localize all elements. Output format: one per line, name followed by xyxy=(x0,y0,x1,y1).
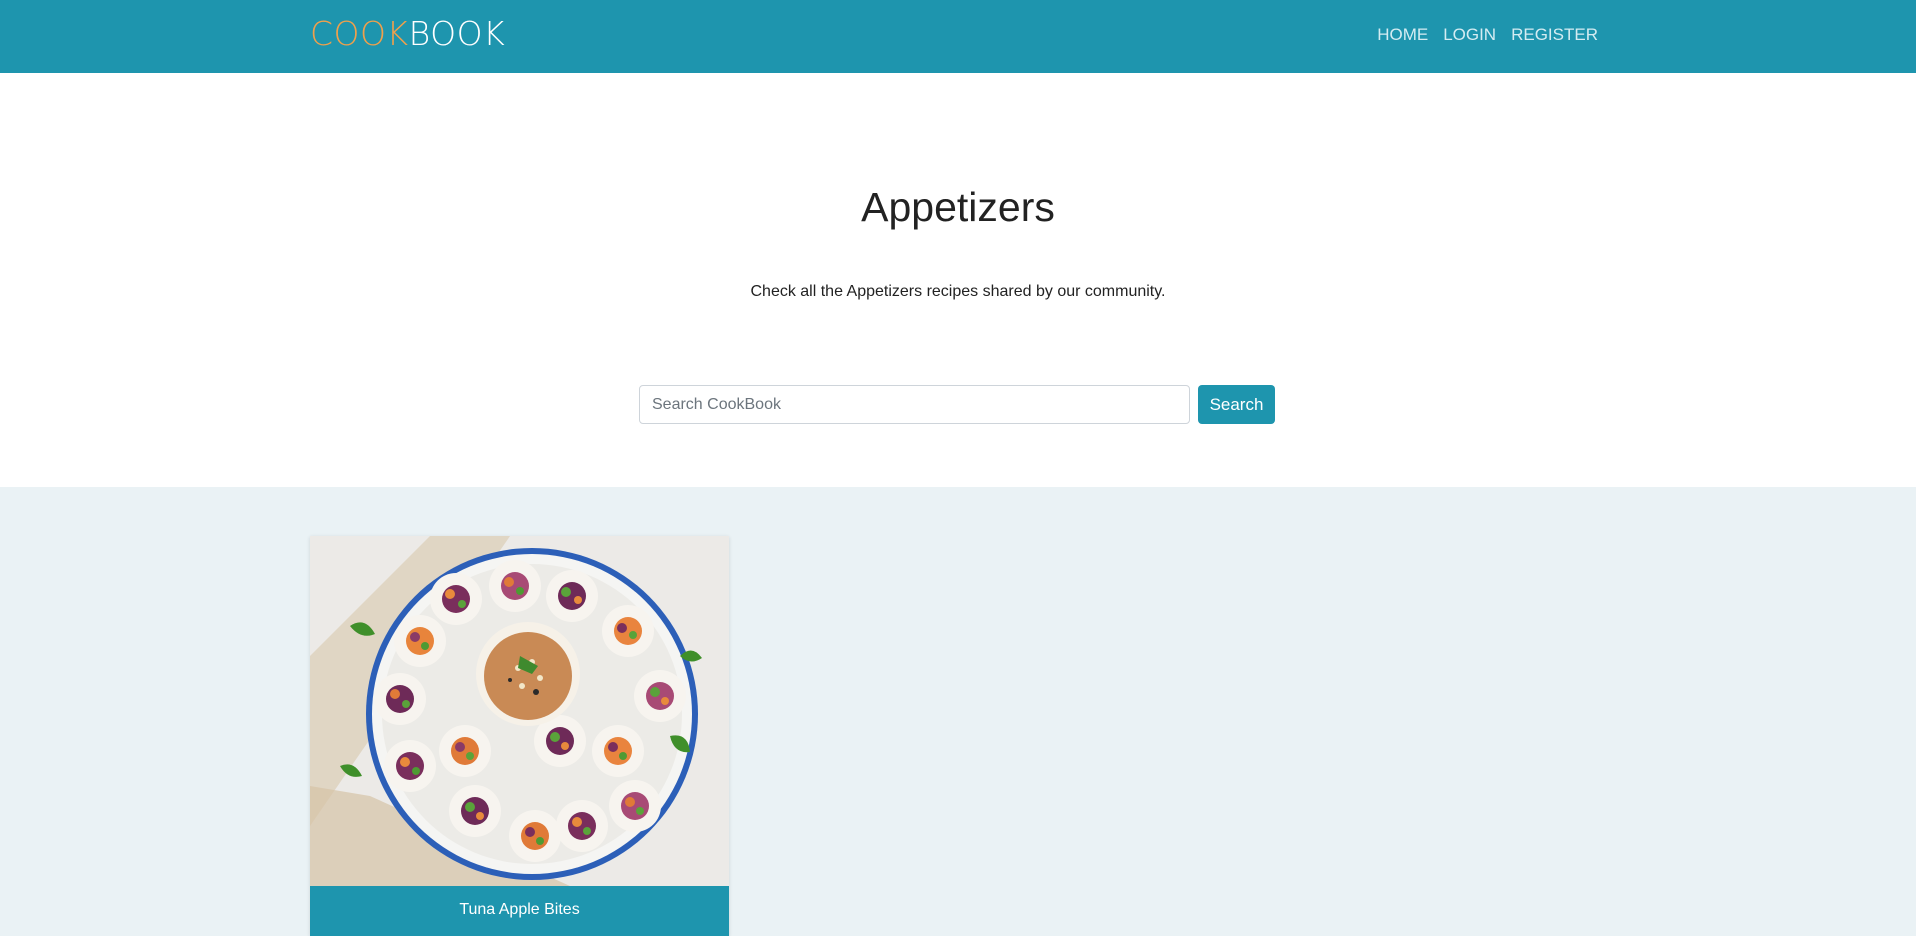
search-button[interactable]: Search xyxy=(1198,385,1275,424)
nav-links: HOME LOGIN REGISTER xyxy=(1377,24,1598,46)
brand-logo[interactable]: COOKBOOK xyxy=(310,14,505,54)
search-input[interactable] xyxy=(639,385,1190,424)
nav-link-login[interactable]: LOGIN xyxy=(1443,24,1496,46)
recipe-image xyxy=(310,536,729,886)
navbar: COOKBOOK HOME LOGIN REGISTER xyxy=(0,0,1916,73)
nav-link-register[interactable]: REGISTER xyxy=(1511,24,1598,46)
page-title: Appetizers xyxy=(861,184,1055,230)
brand-part-book: BOOK xyxy=(408,14,506,53)
page-subtitle: Check all the Appetizers recipes shared … xyxy=(750,283,1166,300)
recipe-title[interactable]: Tuna Apple Bites xyxy=(310,886,729,936)
recipe-card[interactable]: Tuna Apple Bites xyxy=(310,536,729,936)
nav-link-home[interactable]: HOME xyxy=(1377,24,1428,46)
brand-part-cook: COOK xyxy=(310,14,409,53)
hero-section: Appetizers Check all the Appetizers reci… xyxy=(0,73,1916,487)
